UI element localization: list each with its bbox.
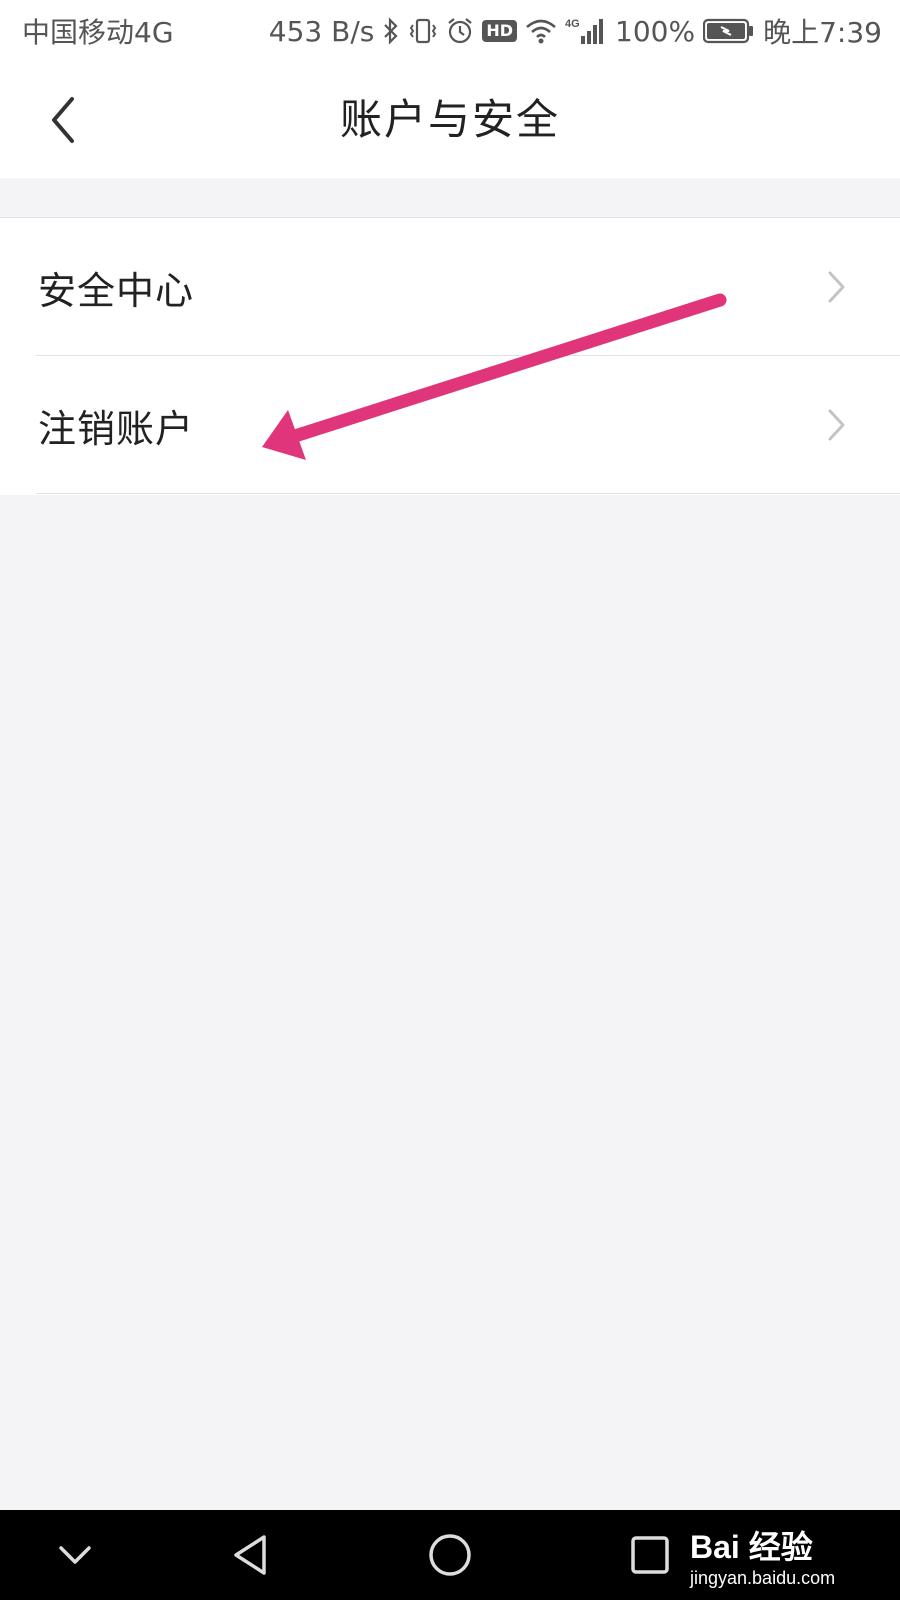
divider — [36, 493, 900, 494]
hd-icon: HD — [482, 20, 518, 42]
list-item-security-center[interactable]: 安全中心 — [0, 218, 900, 356]
status-bar: 中国移动4G 453 B/s HD 4G 100% 晚上7:39 — [0, 0, 900, 62]
list-item-label: 注销账户 — [38, 406, 195, 451]
system-nav-bar — [0, 1510, 900, 1600]
battery-icon — [703, 18, 755, 44]
collapse-icon[interactable] — [45, 1528, 105, 1582]
page-title: 账户与安全 — [339, 95, 560, 144]
bluetooth-icon — [382, 17, 400, 45]
wifi-icon — [525, 17, 557, 45]
carrier-label: 中国移动4G — [22, 16, 174, 49]
home-circle-icon[interactable] — [420, 1528, 480, 1582]
settings-list: 安全中心 注销账户 — [0, 217, 900, 495]
battery-percent: 100% — [615, 14, 696, 48]
clock: 晚上7:39 — [763, 16, 882, 49]
alarm-icon — [446, 17, 474, 45]
recents-square-icon[interactable] — [620, 1528, 680, 1582]
chevron-right-icon — [826, 269, 848, 305]
vibrate-icon — [408, 17, 438, 45]
network-speed: 453 B/s — [268, 14, 375, 48]
signal-type-label: 4G — [565, 18, 580, 30]
status-indicators: 453 B/s HD 4G 100% 晚上7:39 — [269, 11, 882, 51]
back-triangle-icon[interactable] — [220, 1528, 280, 1582]
top-app-bar: 账户与安全 — [0, 62, 900, 178]
list-item-deactivate-account[interactable]: 注销账户 — [0, 356, 900, 494]
screen: 中国移动4G 453 B/s HD 4G 100% 晚上7:39 账户与安全 安… — [0, 0, 900, 1600]
list-item-label: 安全中心 — [38, 268, 195, 313]
chevron-right-icon — [826, 407, 848, 443]
cellular-signal-icon: 4G — [565, 16, 607, 46]
